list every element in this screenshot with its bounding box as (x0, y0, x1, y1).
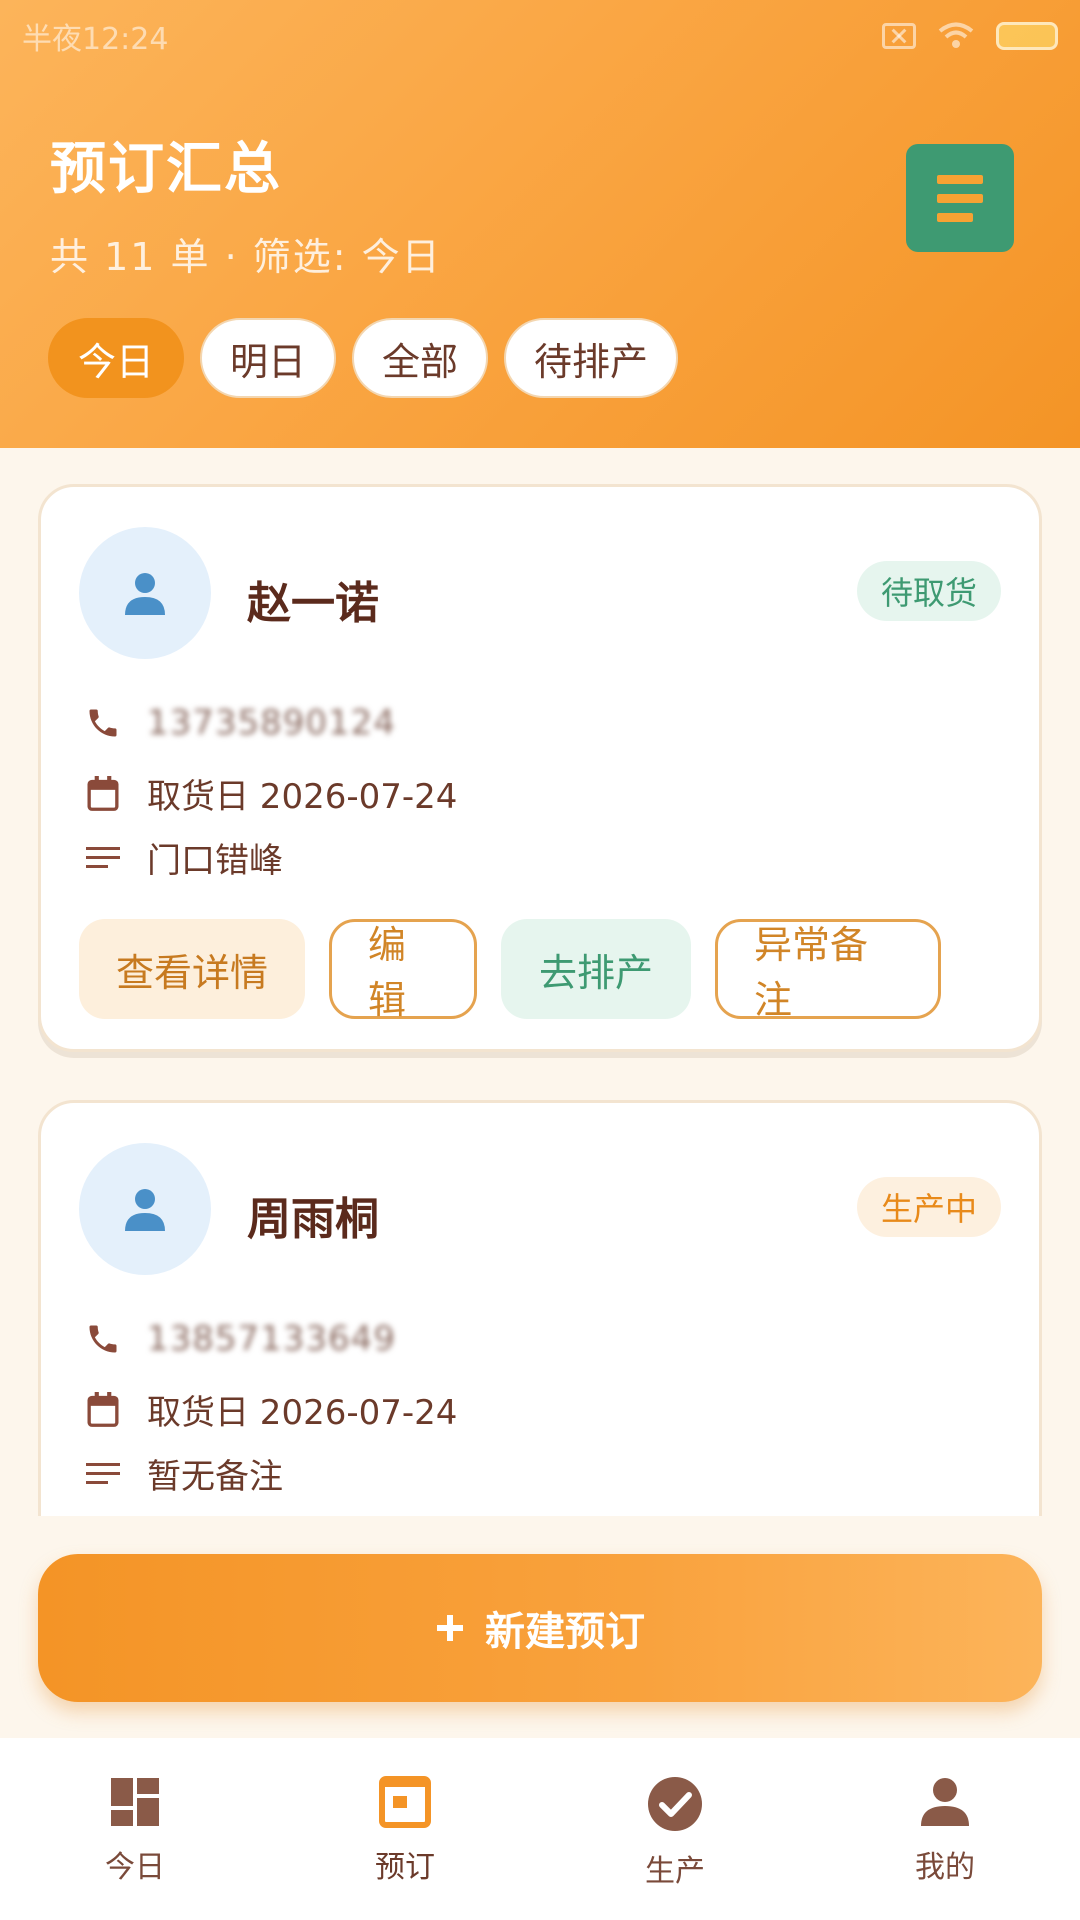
filter-chip-pending-production[interactable]: 待排产 (504, 318, 679, 398)
calendar-icon (81, 1388, 125, 1432)
person-icon (125, 573, 165, 615)
status-icons (882, 22, 1058, 50)
nav-label-today: 今日 (105, 1850, 165, 1885)
nav-item-production[interactable]: 生产 (575, 1776, 775, 1890)
phone-icon (81, 701, 125, 745)
order-card[interactable]: 周雨桐 生产中 13857133649 取货日 2026-07-24 暂无备注 (38, 1100, 1042, 1516)
pickup-date: 取货日 2026-07-24 (147, 777, 458, 817)
dashboard-icon (111, 1778, 159, 1826)
filter-chip-today[interactable]: 今日 (48, 318, 185, 398)
phone-number[interactable]: 13735890124 (147, 703, 396, 743)
order-note: 门口错峰 (147, 841, 283, 881)
card-actions: 查看详情 编辑 去排产 异常备注 (79, 919, 941, 1022)
exception-note-button[interactable]: 异常备注 (715, 919, 941, 1022)
phone-icon (81, 1317, 125, 1361)
schedule-production-button[interactable]: 去排产 (501, 919, 691, 1019)
new-order-label: 新建预订 (485, 1609, 645, 1655)
pickup-date-row: 取货日 2026-07-24 (81, 769, 457, 818)
list-icon (937, 174, 983, 184)
note-row: 暂无备注 (81, 1449, 283, 1498)
status-badge: 待取货 (856, 561, 1001, 621)
filter-chip-all[interactable]: 全部 (352, 318, 489, 398)
nav-label-production: 生产 (645, 1854, 705, 1889)
avatar (79, 1143, 211, 1275)
order-list: 赵一诺 待取货 13735890124 取货日 2026-07-24 门口错峰 … (0, 448, 1080, 1516)
plus-icon (437, 1615, 463, 1641)
view-details-button[interactable]: 查看详情 (79, 919, 305, 1019)
filter-chip-tomorrow[interactable]: 明日 (200, 318, 337, 398)
note-row: 门口错峰 (81, 833, 283, 882)
page-subtitle: 共 11 单 · 筛选: 今日 (50, 235, 442, 279)
person-icon (921, 1778, 969, 1826)
pickup-date: 取货日 2026-07-24 (147, 1393, 458, 1433)
bottom-nav: 今日 预订 生产 我的 (0, 1738, 1080, 1920)
filter-chips: 今日 明日 全部 待排产 (48, 318, 679, 398)
notes-icon (81, 836, 125, 880)
customer-name: 赵一诺 (247, 578, 379, 629)
phone-row: 13735890124 (81, 701, 396, 745)
phone-number[interactable]: 13857133649 (147, 1319, 396, 1359)
wifi-icon (938, 22, 974, 48)
check-circle-icon (648, 1777, 702, 1831)
new-order-button[interactable]: 新建预订 (38, 1554, 1042, 1702)
order-note: 暂无备注 (147, 1457, 283, 1497)
nav-label-me: 我的 (915, 1850, 975, 1885)
order-icon (379, 1776, 431, 1828)
nav-item-orders[interactable]: 预订 (305, 1776, 505, 1886)
menu-button[interactable] (906, 144, 1014, 252)
customer-name: 周雨桐 (247, 1194, 379, 1245)
nav-label-orders: 预订 (375, 1850, 435, 1885)
page-title: 预订汇总 (50, 137, 282, 202)
pickup-date-row: 取货日 2026-07-24 (81, 1385, 457, 1434)
order-card[interactable]: 赵一诺 待取货 13735890124 取货日 2026-07-24 门口错峰 … (38, 484, 1042, 1052)
status-bar: 半夜12:24 (0, 0, 1080, 72)
person-icon (125, 1189, 165, 1231)
phone-row: 13857133649 (81, 1317, 396, 1361)
status-badge: 生产中 (856, 1177, 1001, 1237)
avatar (79, 527, 211, 659)
header: 半夜12:24 预订汇总 共 11 单 · 筛选: 今日 今日 明日 全部 待排… (0, 0, 1080, 448)
status-time: 半夜12:24 (22, 22, 169, 57)
nav-item-today[interactable]: 今日 (35, 1776, 235, 1886)
nav-item-me[interactable]: 我的 (845, 1776, 1045, 1886)
no-sim-icon (882, 23, 916, 49)
notes-icon (81, 1452, 125, 1496)
battery-icon (996, 22, 1058, 50)
edit-button[interactable]: 编辑 (329, 919, 477, 1022)
calendar-icon (81, 772, 125, 816)
